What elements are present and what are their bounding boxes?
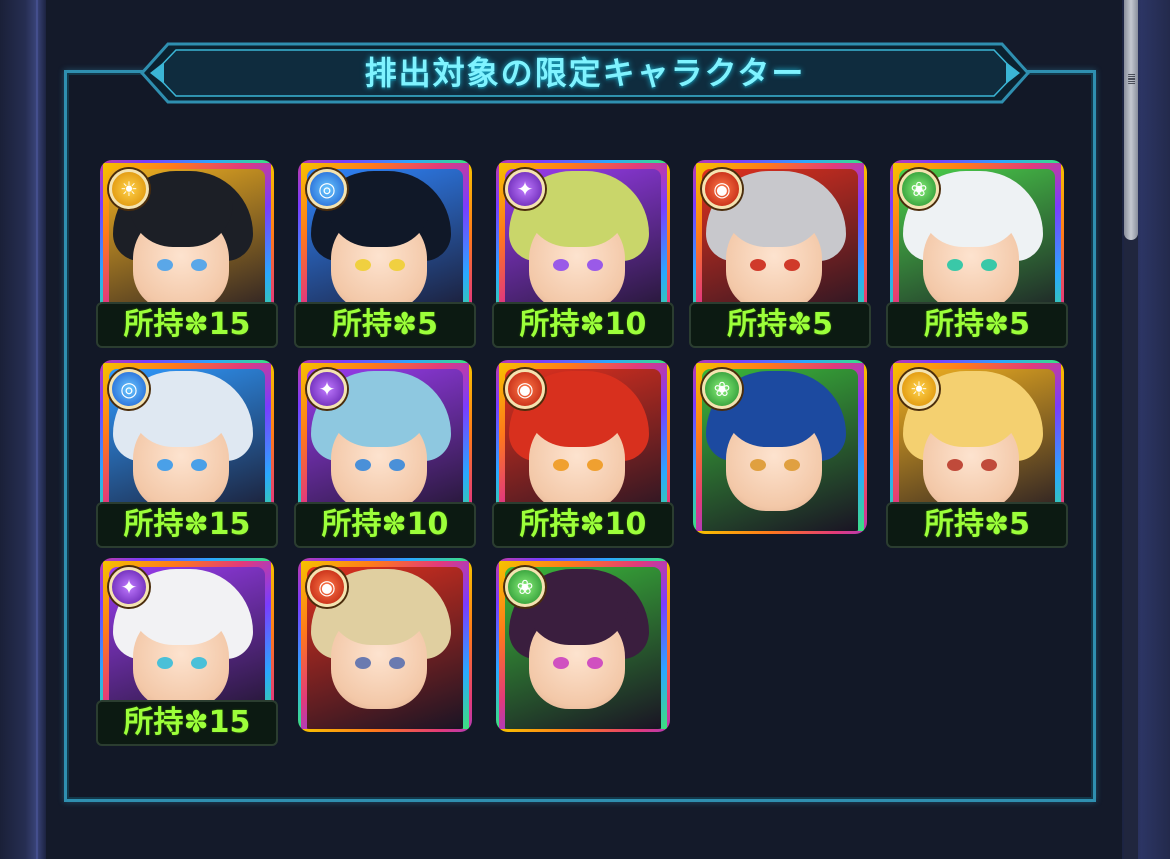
sun-icon: ☀ [109,169,149,209]
owned-count-badge: 所持✽15 [96,700,278,746]
character-card[interactable]: ❀ 所持✽5 [886,160,1068,348]
character-eye [750,459,766,471]
character-eye [157,259,173,271]
scrollbar-grip-icon: ≡ ≡ [1127,70,1137,88]
character-card[interactable]: ◉ [294,558,476,746]
dark-orb-icon: ✦ [109,567,149,607]
character-eye [389,259,405,271]
character-eye [750,259,766,271]
owned-count-badge: 所持✽15 [96,502,278,548]
character-card[interactable]: ◎ 所持✽5 [294,160,476,348]
character-eye [981,459,997,471]
character-eye [553,259,569,271]
character-eye [553,657,569,669]
leaf-icon: ❀ [505,567,545,607]
character-eye [191,459,207,471]
panel-title: 排出対象の限定キャラクター [364,54,806,92]
character-card[interactable]: ☀ 所持✽5 [886,360,1068,548]
left-frame-border [0,0,46,859]
character-eye [784,459,800,471]
character-card[interactable]: ◉ 所持✽5 [689,160,871,348]
dark-orb-icon: ✦ [505,169,545,209]
scrollbar-thumb[interactable] [1124,0,1138,240]
character-eye [157,657,173,669]
sun-icon: ☀ [899,369,939,409]
character-portrait[interactable]: ❀ [496,558,670,732]
character-eye [784,259,800,271]
character-eye [157,459,173,471]
character-card[interactable]: ◉ 所持✽10 [492,360,674,548]
owned-count-badge: 所持✽5 [689,302,871,348]
owned-count-badge: 所持✽10 [492,302,674,348]
character-eye [947,459,963,471]
character-eye [355,259,371,271]
owned-count-badge: 所持✽10 [492,502,674,548]
owned-count-badge: 所持✽10 [294,502,476,548]
character-card[interactable]: ✦ 所持✽10 [294,360,476,548]
character-eye [587,259,603,271]
character-portrait[interactable]: ❀ [693,360,867,534]
character-eye [587,657,603,669]
character-eye [553,459,569,471]
character-eye [355,657,371,669]
character-card[interactable]: ✦ 所持✽10 [492,160,674,348]
flame-icon: ◉ [307,567,347,607]
flame-icon: ◉ [505,369,545,409]
character-eye [389,459,405,471]
leaf-icon: ❀ [702,369,742,409]
leaf-icon: ❀ [899,169,939,209]
owned-count-badge: 所持✽5 [886,502,1068,548]
character-eye [981,259,997,271]
owned-count-badge: 所持✽5 [294,302,476,348]
character-eye [587,459,603,471]
character-card[interactable]: ❀ [492,558,674,746]
gacha-limited-characters-screen: ≡ ≡ 排出対象の限定キャラクター ☀ 所持✽15 ◎ 所持✽5 ✦ 所持✽10 ◉ 所持✽5 ❀… [0,0,1170,859]
character-eye [389,657,405,669]
flame-icon: ◉ [702,169,742,209]
character-card[interactable]: ◎ 所持✽15 [96,360,278,548]
dark-orb-icon: ✦ [307,369,347,409]
water-drop-icon: ◎ [307,169,347,209]
owned-count-badge: 所持✽15 [96,302,278,348]
water-drop-icon: ◎ [109,369,149,409]
owned-count-badge: 所持✽5 [886,302,1068,348]
character-card[interactable]: ✦ 所持✽15 [96,558,278,746]
character-card[interactable]: ❀ [689,360,871,548]
character-eye [191,657,207,669]
character-card[interactable]: ☀ 所持✽15 [96,160,278,348]
character-eye [191,259,207,271]
character-portrait[interactable]: ◉ [298,558,472,732]
character-eye [355,459,371,471]
panel-title-plate: 排出対象の限定キャラクター [140,42,1030,104]
character-eye [947,259,963,271]
